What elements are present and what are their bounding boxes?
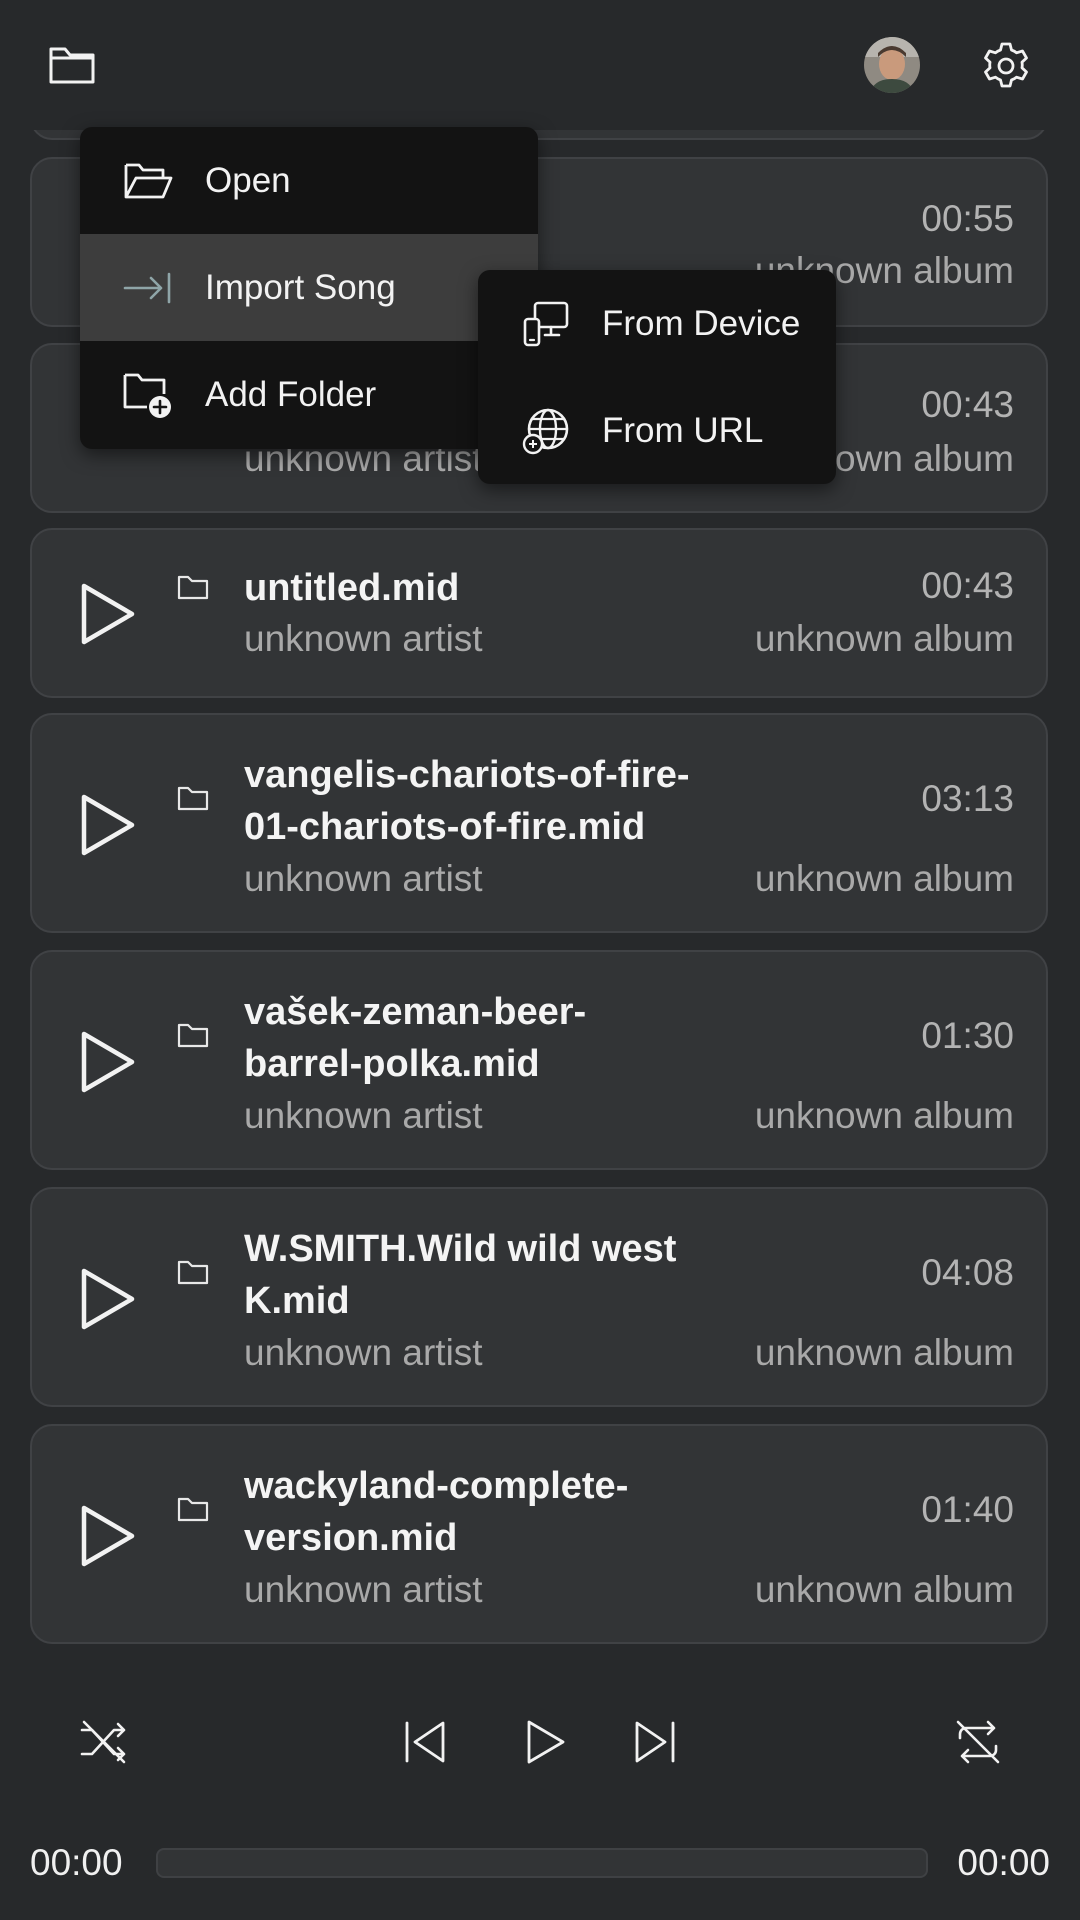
menu-item-label: Open	[205, 160, 291, 200]
globe-link-icon	[520, 405, 572, 457]
song-title-line: barrel-polka.mid	[244, 1043, 540, 1085]
song-album: unknown album	[754, 1332, 1014, 1373]
folder-icon	[176, 1494, 210, 1524]
submenu-item-label: From URL	[602, 410, 764, 450]
next-track-icon[interactable]	[628, 1714, 684, 1770]
song-artist: unknown artist	[244, 1095, 483, 1136]
song-album: unknown album	[754, 1095, 1014, 1136]
song-duration: 00:43	[921, 565, 1014, 606]
song-duration: 01:40	[921, 1489, 1014, 1530]
song-title: wackyland-complete- version.mid	[244, 1460, 724, 1564]
song-title-line: vašek-zeman-beer-	[244, 991, 587, 1033]
menu-item-label: Import Song	[205, 267, 396, 307]
song-card[interactable]: vašek-zeman-beer- barrel-polka.mid unkno…	[30, 950, 1048, 1170]
previous-track-icon[interactable]	[396, 1714, 452, 1770]
song-title-line: 01-chariots-of-fire.mid	[244, 806, 646, 848]
folder-open-icon	[122, 155, 174, 207]
song-title-line: wackyland-complete-	[244, 1465, 629, 1507]
song-artist: unknown artist	[244, 618, 483, 659]
song-title: vangelis-chariots-of-fire- 01-chariots-o…	[244, 749, 724, 853]
song-title: vašek-zeman-beer- barrel-polka.mid	[244, 986, 724, 1090]
song-duration: 01:30	[921, 1015, 1014, 1056]
play-icon[interactable]	[78, 582, 138, 646]
menu-item-add-folder[interactable]: Add Folder	[80, 341, 538, 448]
song-album: unknown album	[754, 1569, 1014, 1610]
menu-item-label: Add Folder	[205, 374, 377, 414]
import-submenu: From Device From URL	[478, 270, 836, 484]
total-time: 00:00	[957, 1842, 1050, 1883]
current-time: 00:00	[30, 1842, 123, 1883]
song-album: unknown album	[754, 858, 1014, 899]
song-artist: unknown artist	[244, 1332, 483, 1373]
song-card[interactable]: untitled.mid unknown artist 00:43 unknow…	[30, 528, 1048, 698]
song-title-line: vangelis-chariots-of-fire-	[244, 754, 690, 796]
submenu-item-from-url[interactable]: From URL	[478, 377, 836, 484]
song-duration: 03:13	[921, 778, 1014, 819]
avatar[interactable]	[864, 37, 920, 93]
folder-icon	[176, 1020, 210, 1050]
folder-icon	[176, 783, 210, 813]
play-icon[interactable]	[78, 793, 138, 857]
progress-bar[interactable]	[156, 1848, 928, 1878]
submenu-item-label: From Device	[602, 303, 801, 343]
submenu-item-from-device[interactable]: From Device	[478, 270, 836, 377]
folder-dropdown-menu: Open Import Song › Add Folder	[80, 127, 538, 449]
play-icon[interactable]	[78, 1267, 138, 1331]
repeat-off-icon[interactable]	[950, 1714, 1006, 1770]
shuffle-off-icon[interactable]	[76, 1714, 132, 1770]
song-title-line: W.SMITH.Wild wild west	[244, 1228, 677, 1270]
song-artist: unknown artist	[244, 858, 483, 899]
play-icon[interactable]	[78, 1030, 138, 1094]
gear-icon[interactable]	[980, 40, 1032, 92]
song-card[interactable]: W.SMITH.Wild wild west K.mid unknown art…	[30, 1187, 1048, 1407]
folder-add-icon	[122, 369, 174, 421]
play-icon[interactable]	[78, 1504, 138, 1568]
devices-icon	[520, 298, 572, 350]
menu-item-open[interactable]: Open	[80, 127, 538, 234]
song-artist: unknown artist	[244, 1569, 483, 1610]
menu-item-import-song[interactable]: Import Song ›	[80, 234, 538, 341]
folder-icon	[176, 572, 210, 602]
song-title-line: K.mid	[244, 1280, 350, 1322]
song-title-line: version.mid	[244, 1517, 458, 1559]
song-title: W.SMITH.Wild wild west K.mid	[244, 1223, 724, 1327]
song-card[interactable]: vangelis-chariots-of-fire- 01-chariots-o…	[30, 713, 1048, 933]
song-title: untitled.mid	[244, 567, 460, 609]
song-duration: 00:55	[921, 198, 1014, 239]
import-arrow-icon	[122, 262, 174, 314]
folder-menu-icon[interactable]	[46, 42, 98, 88]
top-bar	[0, 0, 1080, 130]
song-duration: 00:43	[921, 384, 1014, 425]
song-album: unknown album	[754, 618, 1014, 659]
song-card[interactable]: wackyland-complete- version.mid unknown …	[30, 1424, 1048, 1644]
folder-icon	[176, 1257, 210, 1287]
song-duration: 04:08	[921, 1252, 1014, 1293]
play-pause-icon[interactable]	[516, 1714, 572, 1770]
